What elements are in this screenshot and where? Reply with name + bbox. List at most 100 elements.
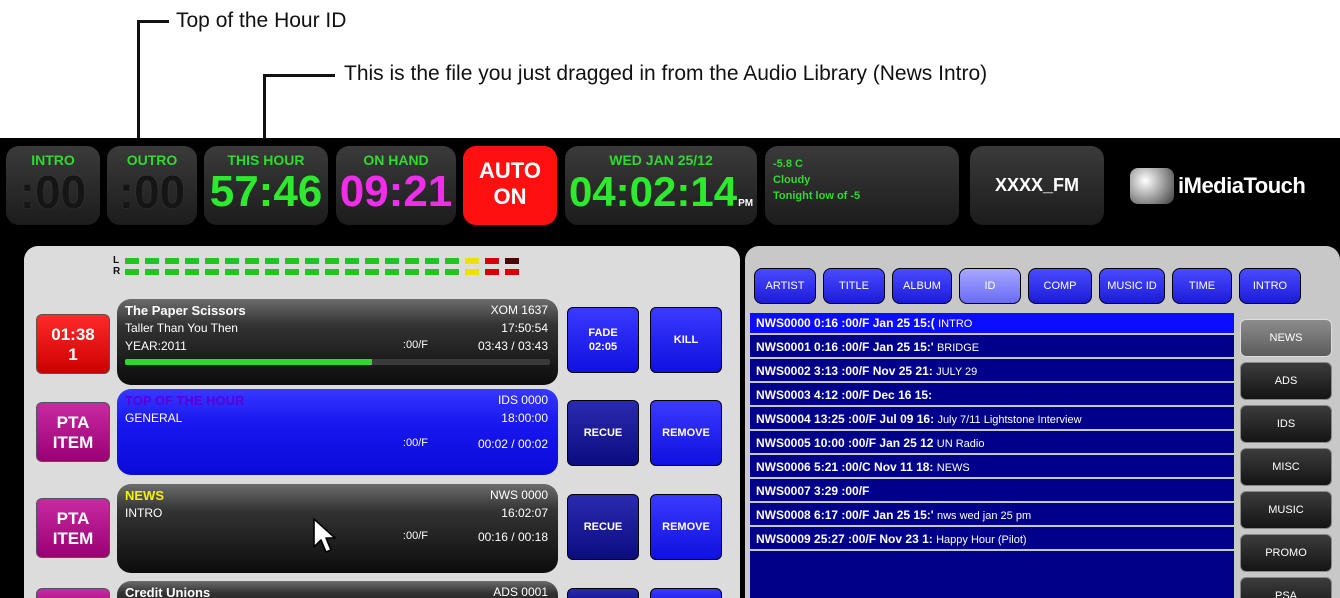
library-row[interactable]: NWS0002 3:13 :00/F Nov 25 21: JULY 29 — [750, 361, 1234, 383]
recue-button-2[interactable]: RECUE — [567, 494, 639, 560]
playlist-item-top-of-hour[interactable]: TOP OF THE HOUR IDS 0000 GENERAL 18:00:0… — [117, 389, 558, 475]
library-row[interactable]: NWS0008 6:17 :00/F Jan 25 15:' nws wed j… — [750, 505, 1234, 527]
station-button[interactable]: XXXX_FM — [970, 146, 1104, 225]
kill-button[interactable]: KILL — [650, 307, 722, 373]
vu-segment — [265, 258, 279, 264]
playing-time-box[interactable]: 01:38 1 — [36, 314, 110, 374]
vu-segment — [445, 258, 459, 264]
item-title: The Paper Scissors — [125, 303, 246, 318]
vu-segment — [285, 269, 299, 275]
logo-icon — [1130, 168, 1174, 204]
item-title: TOP OF THE HOUR — [125, 393, 245, 408]
library-row[interactable]: NWS0004 13:25 :00/F Jul 09 16: July 7/11… — [750, 409, 1234, 431]
library-row-id: NWS0007 3:29 :00/F — [756, 484, 870, 498]
vu-segment — [425, 258, 439, 264]
tab-id[interactable]: ID — [959, 268, 1021, 304]
library-row[interactable]: NWS0006 5:21 :00/C Nov 11 18: NEWS — [750, 457, 1234, 479]
tab-comp[interactable]: COMP — [1028, 268, 1092, 304]
pta-item-box-1[interactable]: PTA ITEM — [36, 402, 110, 462]
category-news[interactable]: NEWS — [1240, 319, 1332, 357]
playlist-item-credit-unions[interactable]: Credit Unions ADS 0001 — [117, 581, 558, 598]
tab-album[interactable]: ALBUM — [892, 268, 952, 304]
tab-intro[interactable]: INTRO — [1239, 268, 1301, 304]
tab-time[interactable]: TIME — [1172, 268, 1232, 304]
category-ads[interactable]: ADS — [1240, 362, 1332, 400]
this-hour-value: 57:46 — [209, 167, 323, 216]
recue-label: RECUE — [583, 427, 623, 439]
library-row-description: Happy Hour (Pilot) — [936, 534, 1027, 546]
recue-button-3[interactable] — [567, 588, 639, 598]
category-music[interactable]: MUSIC — [1240, 491, 1332, 529]
fade-button[interactable]: FADE 02:05 — [567, 307, 639, 373]
library-row[interactable]: NWS0009 25:27 :00/F Nov 23 1: Happy Hour… — [750, 529, 1234, 551]
recue-label: RECUE — [583, 521, 623, 533]
item-code: NWS 0000 — [489, 488, 548, 502]
library-row-description: BRIDGE — [936, 342, 980, 354]
vu-left-label: L — [113, 255, 120, 266]
pta-item-label: ITEM — [52, 529, 94, 548]
vu-segment — [305, 269, 319, 275]
vu-segment — [345, 258, 359, 264]
library-row-id: NWS0001 0:16 :00/F Jan 25 15:' — [756, 340, 934, 354]
remove-button-1[interactable]: REMOVE — [650, 400, 722, 466]
library-row[interactable]: NWS0005 10:00 :00/F Jan 25 12 UN Radio — [750, 433, 1234, 455]
item-year: YEAR:2011 — [125, 339, 187, 353]
vu-segment — [205, 269, 219, 275]
weather-forecast: Tonight low of -5 — [773, 190, 861, 202]
intro-value: :00 — [19, 166, 87, 218]
pta-item-box-2[interactable]: PTA ITEM — [36, 498, 110, 558]
category-psa[interactable]: PSA — [1240, 577, 1332, 598]
callout-text-top-of-hour: Top of the Hour ID — [176, 9, 347, 32]
callout-text-dragged-file: This is the file you just dragged in fro… — [344, 62, 988, 85]
vu-segment — [365, 269, 379, 275]
vu-segment — [405, 269, 419, 275]
remove-button-2[interactable]: REMOVE — [650, 494, 722, 560]
tab-title[interactable]: TITLE — [823, 268, 885, 304]
auto-on-button[interactable]: AUTO ON — [463, 146, 557, 225]
item-marker: :00/F — [402, 530, 428, 542]
item-code: ADS 0001 — [493, 585, 548, 598]
item-code: XOM 1637 — [490, 303, 548, 317]
item-subtitle: GENERAL — [125, 411, 183, 425]
item-start-time: 17:50:54 — [501, 321, 548, 335]
remove-label: REMOVE — [662, 521, 710, 533]
clock-ampm: PM — [738, 198, 754, 209]
category-ids[interactable]: IDS — [1240, 405, 1332, 443]
item-duration: 00:02 / 00:02 — [477, 437, 548, 451]
recue-button-1[interactable]: RECUE — [567, 400, 639, 466]
playing-index: 1 — [68, 345, 78, 364]
vu-segment — [285, 258, 299, 264]
top-status-bar: INTRO :00 OUTRO :00 THIS HOUR 57:46 ON H… — [0, 138, 1340, 232]
weather-condition: Cloudy — [773, 174, 811, 186]
pta-item-box-3[interactable] — [36, 588, 110, 598]
library-row-id: NWS0006 5:21 :00/C Nov 11 18: — [756, 460, 934, 474]
vu-segment — [185, 269, 199, 275]
tab-music-id[interactable]: MUSIC ID — [1099, 268, 1165, 304]
remove-label: REMOVE — [662, 427, 710, 439]
item-marker: :00/F — [402, 437, 428, 449]
library-row-id: NWS0003 4:12 :00/F Dec 16 15: — [756, 388, 933, 402]
brand-logo: iMediaTouch — [1130, 168, 1330, 208]
vu-segment — [325, 258, 339, 264]
vu-segment — [385, 269, 399, 275]
vu-segment — [345, 269, 359, 275]
library-row-id: NWS0005 10:00 :00/F Jan 25 12 — [756, 436, 934, 450]
playlist-item-playing[interactable]: The Paper Scissors XOM 1637 Taller Than … — [117, 299, 558, 385]
library-row[interactable]: NWS0003 4:12 :00/F Dec 16 15: — [750, 385, 1234, 407]
library-row-id: NWS0000 0:16 :00/F Jan 25 15:( — [756, 316, 935, 330]
tab-artist[interactable]: ARTIST — [754, 268, 816, 304]
vu-segment — [505, 258, 519, 264]
library-row-id: NWS0004 13:25 :00/F Jul 09 16: — [756, 412, 935, 426]
remove-button-3[interactable] — [650, 588, 722, 598]
library-row[interactable]: NWS0000 0:16 :00/F Jan 25 15:( INTRO — [750, 313, 1234, 335]
weather-temp: -5.8 C — [773, 158, 803, 170]
category-misc[interactable]: MISC — [1240, 448, 1332, 486]
brand-name: iMediaTouch — [1178, 173, 1306, 198]
clock-time: 04:02:14 — [568, 168, 738, 215]
item-marker: :00/F — [402, 339, 428, 351]
category-promo[interactable]: PROMO — [1240, 534, 1332, 572]
library-row[interactable]: NWS0007 3:29 :00/F — [750, 481, 1234, 503]
library-row[interactable]: NWS0001 0:16 :00/F Jan 25 15:' BRIDGE — [750, 337, 1234, 359]
vu-segment — [225, 269, 239, 275]
auto-state: ON — [493, 184, 527, 209]
